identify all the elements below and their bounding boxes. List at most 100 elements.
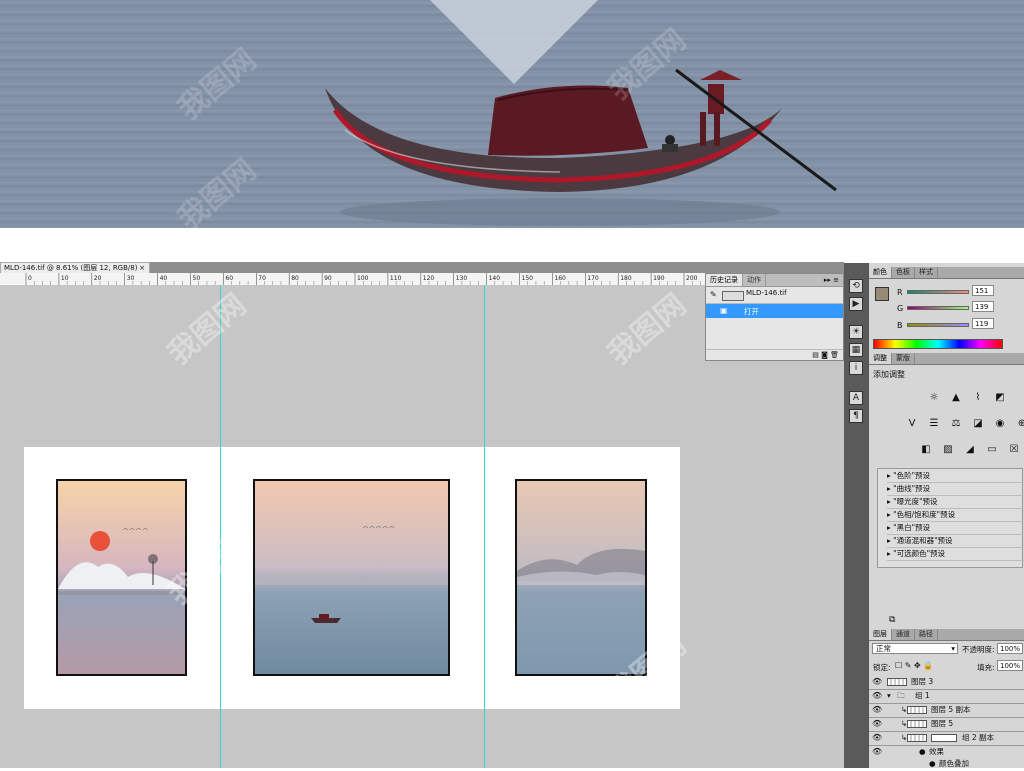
- color-panel-tabs: 颜色 色板 样式: [869, 267, 1024, 279]
- preset-item[interactable]: ▸ "黑白"预设: [887, 521, 1024, 535]
- preset-item[interactable]: ▸ "通道混和器"预设: [887, 534, 1024, 548]
- tab-color[interactable]: 颜色: [869, 267, 892, 278]
- layer-row[interactable]: 👁 图层 3: [869, 675, 1024, 690]
- black-white-icon[interactable]: ◪: [971, 418, 985, 430]
- photo-filter-icon[interactable]: ◉: [993, 418, 1007, 430]
- layer-effect-item[interactable]: ● 颜色叠加: [869, 757, 1024, 771]
- channel-mixer-icon[interactable]: ⊕: [1015, 418, 1024, 430]
- folder-icon: 🗀: [897, 691, 905, 700]
- trash-icon[interactable]: 🗑: [830, 351, 839, 359]
- eye-icon[interactable]: 👁: [872, 733, 882, 743]
- opacity-field[interactable]: 100%: [997, 643, 1023, 654]
- blue-slider[interactable]: [907, 323, 969, 327]
- panel-menu-icon[interactable]: ▸▸ ≡: [824, 274, 843, 286]
- adjustment-panel-footer-icon[interactable]: ⧉: [889, 615, 895, 625]
- document-tab[interactable]: MLD-146.tif @ 8.61% (图层 12, RGB/8) ×: [0, 262, 150, 273]
- document-tab-title: MLD-146.tif @ 8.61% (图层 12, RGB/8): [4, 264, 138, 272]
- ruler-label: 110: [390, 275, 402, 282]
- vibrance-icon[interactable]: V: [905, 418, 919, 430]
- eye-icon[interactable]: 👁: [872, 677, 882, 687]
- levels-icon[interactable]: ▲: [949, 392, 963, 404]
- vertical-guide[interactable]: [220, 285, 221, 768]
- layer-name: 图层 5 副本: [931, 705, 971, 714]
- green-value-field[interactable]: 139: [972, 301, 994, 312]
- exposure-icon[interactable]: ◩: [993, 392, 1007, 404]
- tab-channels[interactable]: 通道: [892, 629, 915, 640]
- ruler-label: 10: [61, 275, 69, 282]
- history-snapshot[interactable]: ✎ MLD-146.tif: [706, 287, 843, 304]
- ruler-label: 190: [653, 275, 665, 282]
- posterize-icon[interactable]: ▨: [941, 444, 955, 456]
- layer-row[interactable]: 👁 ↳ 组 2 副本: [869, 731, 1024, 746]
- layer-row[interactable]: 👁 ▾ 🗀 组 1: [869, 689, 1024, 704]
- panel-icon-strip: ⟲ ▶ ☀ ▦ i A ¶: [844, 263, 868, 768]
- selective-color-icon[interactable]: ☒: [1007, 444, 1021, 456]
- lock-icons[interactable]: ☐ ✎ ✥ 🔒: [895, 661, 933, 670]
- color-spectrum-bar[interactable]: [873, 339, 1003, 349]
- layer-name: 图层 3: [911, 677, 934, 686]
- preset-item[interactable]: ▸ "可选颜色"预设: [887, 547, 1024, 561]
- history-icon[interactable]: ⟲: [849, 279, 863, 293]
- tab-actions[interactable]: 动作: [743, 274, 766, 286]
- red-value-field[interactable]: 151: [972, 285, 994, 296]
- info-icon[interactable]: i: [849, 361, 863, 375]
- eye-icon[interactable]: 👁: [872, 719, 882, 729]
- adjustments-heading: 添加调整: [873, 370, 905, 379]
- color-balance-icon[interactable]: ⚖: [949, 418, 963, 430]
- tab-swatches[interactable]: 色板: [892, 267, 915, 278]
- blue-value-field[interactable]: 119: [972, 318, 994, 329]
- mask-icon[interactable]: ▦: [849, 343, 863, 357]
- eye-icon[interactable]: 👁: [872, 747, 882, 757]
- svg-text:⌒ ⌒ ⌒ ⌒ ⌒: ⌒ ⌒ ⌒ ⌒ ⌒: [363, 527, 394, 533]
- preset-item[interactable]: ▸ "色相/饱和度"预设: [887, 508, 1024, 522]
- preset-item[interactable]: ▸ "曲线"预设: [887, 482, 1024, 496]
- curves-icon[interactable]: ⌇: [971, 392, 985, 404]
- brightness-icon[interactable]: ☀: [849, 325, 863, 339]
- ruler-label: 0: [28, 275, 32, 282]
- effect-name: 颜色叠加: [939, 759, 969, 768]
- tab-history[interactable]: 历史记录: [706, 274, 743, 286]
- ruler-label: 90: [324, 275, 332, 282]
- tab-adjustments[interactable]: 调整: [869, 353, 892, 364]
- character-icon[interactable]: A: [849, 391, 863, 405]
- preset-item[interactable]: ▸ "曝光度"预设: [887, 495, 1024, 509]
- paragraph-icon[interactable]: ¶: [849, 409, 863, 423]
- boat-illustration: [325, 0, 837, 226]
- threshold-icon[interactable]: ◢: [963, 444, 977, 456]
- vertical-guide[interactable]: [484, 285, 485, 768]
- ruler-label: 20: [94, 275, 102, 282]
- actions-icon[interactable]: ▶: [849, 297, 863, 311]
- painting-frame-3: [515, 479, 647, 676]
- hero-bottom-margin: [0, 228, 1024, 262]
- preset-label: "通道混和器"预设: [893, 536, 953, 545]
- history-item[interactable]: ▣ 打开: [706, 304, 843, 318]
- ruler-label: 170: [587, 275, 599, 282]
- brightness-icon[interactable]: ☼: [927, 392, 941, 404]
- blend-mode-select[interactable]: 正常 ▾: [872, 643, 958, 654]
- hue-saturation-icon[interactable]: ☰: [927, 418, 941, 430]
- layer-row[interactable]: 👁 ↳ 图层 5 副本: [869, 703, 1024, 718]
- layer-row[interactable]: 👁 ↳ 图层 5: [869, 717, 1024, 732]
- gradient-map-icon[interactable]: ▭: [985, 444, 999, 456]
- fill-field[interactable]: 100%: [997, 660, 1023, 671]
- layer-thumbnail: [907, 720, 927, 728]
- ruler-label: 120: [423, 275, 435, 282]
- tab-masks[interactable]: 蒙版: [892, 353, 915, 364]
- tab-styles[interactable]: 样式: [915, 267, 938, 278]
- preset-item[interactable]: ▸ "色阶"预设: [887, 469, 1024, 483]
- foreground-color-swatch[interactable]: [875, 287, 889, 301]
- camera-icon[interactable]: ◙: [821, 351, 828, 359]
- ruler-label: 60: [225, 275, 233, 282]
- chevron-down-icon[interactable]: ▾: [887, 689, 891, 703]
- green-slider[interactable]: [907, 306, 969, 310]
- layer-mask-thumbnail: [931, 734, 957, 742]
- eye-icon[interactable]: 👁: [872, 705, 882, 715]
- red-slider[interactable]: [907, 290, 969, 294]
- ruler-label: 200: [686, 275, 698, 282]
- chevron-down-icon: ▾: [951, 644, 955, 653]
- tab-layers[interactable]: 图层: [869, 629, 892, 640]
- eye-icon[interactable]: 👁: [872, 691, 882, 701]
- tab-paths[interactable]: 路径: [915, 629, 938, 640]
- new-document-icon[interactable]: ▤: [812, 351, 819, 359]
- invert-icon[interactable]: ◧: [919, 444, 933, 456]
